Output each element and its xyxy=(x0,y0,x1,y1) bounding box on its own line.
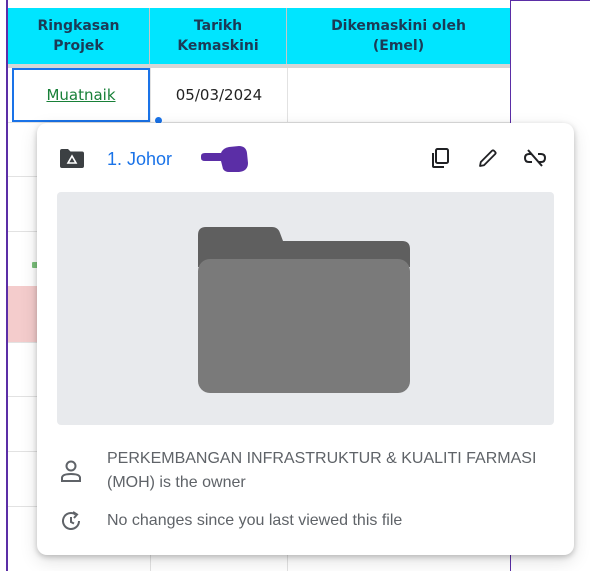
history-icon xyxy=(62,511,80,530)
file-preview-popup: 1. Johor PERKEMBANGAN INFRASTRUKTUR & KU… xyxy=(37,123,574,555)
owner-info: PERKEMBANGAN INFRASTRUKTUR & KUALITI FAR… xyxy=(37,443,574,499)
person-icon xyxy=(61,460,81,482)
pointing-hand-icon xyxy=(201,146,248,172)
copy-link-button[interactable] xyxy=(425,143,455,173)
file-preview-area[interactable] xyxy=(57,192,554,425)
owner-text: PERKEMBANGAN INFRASTRUKTUR & KUALITI FAR… xyxy=(107,450,537,491)
header-line: (Emel) xyxy=(372,38,425,54)
header-line: Tarikh xyxy=(193,18,243,34)
header-line: Kemaskini xyxy=(177,38,259,54)
popup-header: 1. Johor xyxy=(37,123,574,193)
highlighted-cell[interactable] xyxy=(8,286,40,342)
copy-icon xyxy=(432,148,449,168)
pencil-icon xyxy=(479,149,497,167)
activity-info: No changes since you last viewed this fi… xyxy=(37,505,574,535)
changes-text: No changes since you last viewed this fi… xyxy=(107,512,403,529)
selected-cell-muatnaik-link[interactable]: Muatnaik xyxy=(12,68,150,122)
header-line: Projek xyxy=(53,38,104,54)
header-line: Dikemaskini oleh xyxy=(331,18,466,34)
folder-icon xyxy=(198,227,410,393)
remove-link-button[interactable] xyxy=(520,143,550,173)
muatnaik-link[interactable]: Muatnaik xyxy=(46,86,115,104)
shared-drive-folder-icon xyxy=(60,149,84,168)
column-header-dikemaskini-oleh[interactable]: Dikemaskini oleh (Emel) xyxy=(287,8,510,64)
file-name-link[interactable]: 1. Johor xyxy=(107,148,172,170)
header-line: Ringkasan xyxy=(37,18,120,34)
unlink-icon xyxy=(523,149,547,167)
column-header-ringkasan-projek[interactable]: Ringkasan Projek xyxy=(8,8,150,64)
frame-border-top xyxy=(510,0,590,1)
column-header-tarikh-kemaskini[interactable]: Tarikh Kemaskini xyxy=(150,8,287,64)
cell-date[interactable]: 05/03/2024 xyxy=(151,68,287,122)
edit-link-button[interactable] xyxy=(473,143,503,173)
